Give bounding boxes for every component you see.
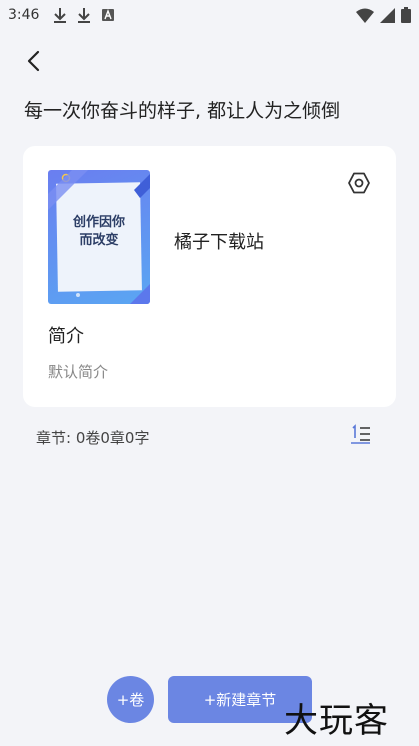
- wifi-icon: [356, 8, 374, 23]
- notification-icons: [53, 7, 115, 23]
- download-icon: [54, 8, 67, 23]
- battery-icon: [401, 7, 411, 23]
- cover-title-line1: 创作因你: [72, 215, 125, 230]
- book-card: 创作因你 而改变 橘子下载站 简介 默认简介: [23, 146, 396, 407]
- settings-button[interactable]: [346, 170, 372, 196]
- sort-button[interactable]: [350, 424, 372, 446]
- sort-list-icon: [351, 424, 370, 444]
- back-button[interactable]: [18, 46, 48, 76]
- watermark: 大玩客: [284, 701, 389, 741]
- system-icons: [356, 7, 411, 23]
- page-motto: 每一次你奋斗的样子, 都让人为之倾倒: [24, 100, 341, 122]
- cover-title: 创作因你 而改变: [54, 214, 144, 250]
- chevron-left-icon: [27, 50, 40, 72]
- status-time: 3:46: [8, 7, 40, 23]
- chapter-info: 章节: 0卷0章0字: [36, 429, 150, 447]
- app-notification-icon: [102, 9, 115, 21]
- hexagon-settings-icon: [348, 172, 370, 194]
- cover-title-line2: 而改变: [79, 233, 119, 248]
- book-cover[interactable]: 创作因你 而改变: [48, 170, 150, 304]
- status-bar: 3:46: [0, 0, 419, 30]
- intro-text[interactable]: 默认简介: [48, 361, 108, 382]
- add-volume-button[interactable]: +卷: [107, 676, 154, 723]
- download-icon: [78, 8, 91, 23]
- intro-title: 简介: [48, 326, 84, 347]
- book-name[interactable]: 橘子下载站: [174, 228, 264, 254]
- signal-icon: [380, 7, 395, 23]
